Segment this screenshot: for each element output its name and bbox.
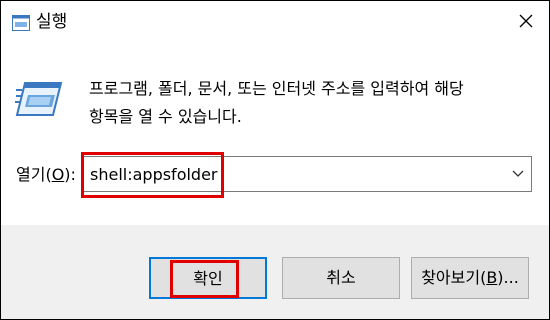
title-bar: 실행 (1, 1, 549, 45)
description-text: 프로그램, 폴더, 문서, 또는 인터넷 주소를 입력하여 해당 항목을 열 수… (89, 75, 539, 131)
browse-label-hotkey: B (486, 268, 498, 287)
description-line-2: 항목을 열 수 있습니다. (89, 107, 242, 126)
open-label: 열기(O): (16, 165, 76, 185)
ok-highlight-box (170, 260, 239, 298)
close-icon (519, 14, 533, 28)
run-app-icon (12, 15, 30, 31)
open-label-hotkey: O (51, 165, 65, 184)
browse-label-suffix: )... (497, 268, 519, 287)
chevron-down-icon[interactable] (511, 167, 525, 181)
open-label-prefix: 열기( (16, 165, 52, 184)
description-line-1: 프로그램, 폴더, 문서, 또는 인터넷 주소를 입력하여 해당 (89, 79, 464, 98)
run-app-icon (15, 82, 63, 116)
cancel-button[interactable]: 취소 (282, 257, 400, 299)
browse-label-prefix: 찾아보기( (421, 268, 487, 287)
input-highlight-box (81, 152, 224, 198)
close-button[interactable] (503, 1, 549, 41)
browse-button[interactable]: 찾아보기(B)... (411, 257, 529, 299)
window-title: 실행 (36, 12, 68, 32)
open-label-suffix: ): (64, 165, 76, 184)
run-dialog: 실행 프로그램, 폴더, 문서, 또는 인터넷 주소를 입력하여 해당 항목을 … (0, 0, 550, 320)
cancel-button-label: 취소 (326, 268, 356, 287)
